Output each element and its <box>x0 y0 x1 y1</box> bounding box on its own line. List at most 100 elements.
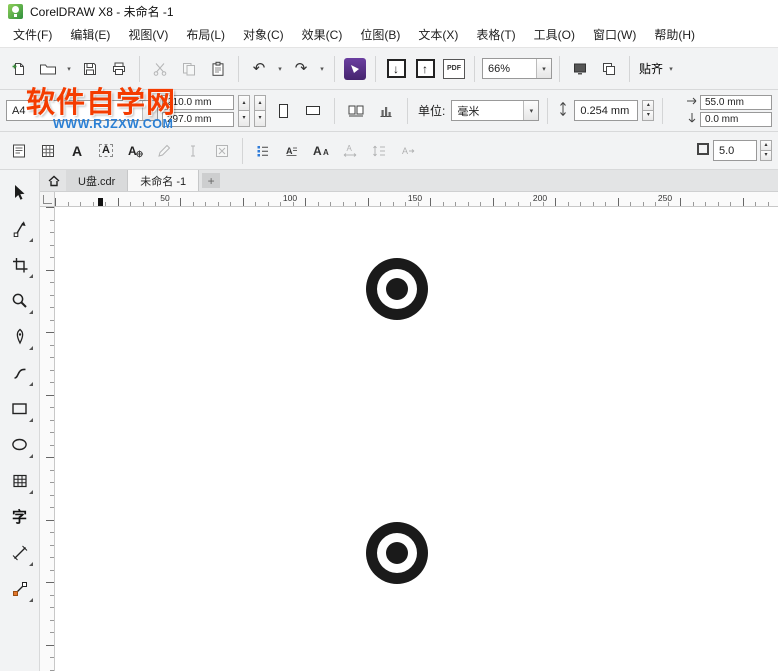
all-pages-button[interactable] <box>343 98 369 124</box>
dashed-A-icon: A <box>99 144 113 157</box>
menu-view[interactable]: 视图(V) <box>119 21 177 48</box>
ellipse-tool[interactable] <box>4 428 36 461</box>
text-direction-button: A <box>395 138 421 164</box>
text-tool-glyph: 字 <box>11 509 27 526</box>
text-tool[interactable]: 字 <box>4 500 36 533</box>
crop-tool[interactable] <box>4 248 36 281</box>
outline-width-spinner[interactable]: ▴ ▾ <box>760 140 772 161</box>
save-button[interactable] <box>77 56 103 82</box>
page-size-preset-combo[interactable]: A4 ▾ <box>6 100 158 121</box>
export-button[interactable]: ↑ <box>412 56 438 82</box>
undo-dropdown-icon[interactable]: ▾ <box>275 65 285 73</box>
menu-text[interactable]: 文本(X) <box>409 21 467 48</box>
drop-cap-button[interactable]: A <box>279 138 305 164</box>
menu-layout[interactable]: 布局(L) <box>177 21 234 48</box>
flyout-icon <box>28 418 33 422</box>
document-tab-udisk[interactable]: U盘.cdr <box>66 170 129 191</box>
zoom-caret-icon[interactable]: ▾ <box>536 59 551 78</box>
ruler-horizontal[interactable]: 50 100 150 200 250 <box>55 192 778 207</box>
character-formatting-button[interactable]: A <box>64 138 90 164</box>
menu-table[interactable]: 表格(T) <box>467 21 524 48</box>
canvas[interactable] <box>55 207 778 671</box>
ruler-vertical[interactable] <box>40 207 55 671</box>
artistic-media-tool[interactable] <box>4 356 36 389</box>
character-spacing-button: A <box>337 138 363 164</box>
duplicate-y-field[interactable]: 0.0 mm <box>700 111 772 127</box>
redo-dropdown-icon[interactable]: ▾ <box>317 65 327 73</box>
landscape-icon <box>306 106 320 115</box>
outline-width-field[interactable]: 5.0 <box>713 140 757 161</box>
page-height-spinner[interactable]: ▴ ▾ <box>254 94 266 127</box>
cut-button <box>147 56 173 82</box>
svg-text:A: A <box>402 146 408 156</box>
undo-button[interactable]: ↶ <box>246 56 272 82</box>
canvas-shapes[interactable] <box>55 207 778 671</box>
dimension-tool[interactable] <box>4 536 36 569</box>
menu-effects[interactable]: 效果(C) <box>293 21 352 48</box>
freehand-tool[interactable] <box>4 320 36 353</box>
open-button[interactable] <box>35 56 61 82</box>
search-content-button[interactable] <box>342 56 368 82</box>
document-area: U盘.cdr 未命名 -1 + 50 100 150 200 250 <box>40 170 778 671</box>
text-properties-button[interactable]: A <box>122 138 148 164</box>
page-width-spinner[interactable]: ▴ ▾ <box>238 94 250 127</box>
page-height-field[interactable]: 297.0 mm <box>162 111 234 127</box>
rectangle-tool[interactable] <box>4 392 36 425</box>
font-size-button[interactable]: AA <box>308 138 334 164</box>
flyout-icon <box>28 490 33 494</box>
edit-text-button <box>151 138 177 164</box>
units-caret-icon[interactable]: ▾ <box>523 101 539 120</box>
publish-pdf-button[interactable]: PDF <box>441 56 467 82</box>
separator <box>334 97 335 124</box>
menu-file[interactable]: 文件(F) <box>4 21 61 48</box>
document-tab-untitled[interactable]: 未命名 -1 <box>128 170 200 191</box>
edit-text-frame-button[interactable]: A <box>93 138 119 164</box>
landscape-button[interactable] <box>300 98 326 124</box>
units-combo[interactable]: 毫米 ▾ <box>451 100 540 121</box>
connector-tool[interactable] <box>4 572 36 605</box>
portrait-button[interactable] <box>270 98 296 124</box>
zoom-tool[interactable] <box>4 284 36 317</box>
new-document-button[interactable] <box>6 56 32 82</box>
menu-window[interactable]: 窗口(W) <box>584 21 645 48</box>
page-width-field[interactable]: 210.0 mm <box>162 94 234 110</box>
insert-character-button <box>180 138 206 164</box>
nudge-offset-field[interactable]: 0.254 mm <box>574 100 639 121</box>
welcome-home-button[interactable] <box>42 170 66 191</box>
shape-tool[interactable] <box>4 212 36 245</box>
menu-bitmaps[interactable]: 位图(B) <box>351 21 409 48</box>
duplicate-x-icon <box>686 95 698 110</box>
import-icon: ↓ <box>386 59 406 78</box>
title-bar: CorelDRAW X8 - 未命名 -1 <box>0 0 778 22</box>
svg-text:A: A <box>347 144 353 153</box>
ruler-origin-corner[interactable] <box>40 192 55 207</box>
text-options-button[interactable] <box>6 138 32 164</box>
menu-object[interactable]: 对象(C) <box>234 21 293 48</box>
current-page-button[interactable] <box>373 98 399 124</box>
snap-to-button[interactable]: 贴齐 ▾ <box>637 60 678 77</box>
duplicate-x-field[interactable]: 55.0 mm <box>700 94 772 110</box>
separator <box>629 55 630 82</box>
table-tool[interactable] <box>4 464 36 497</box>
pick-tool[interactable] <box>4 176 36 209</box>
paste-button[interactable] <box>205 56 231 82</box>
view-mode-button[interactable] <box>596 56 622 82</box>
bullet-list-button[interactable] <box>250 138 276 164</box>
import-button[interactable]: ↓ <box>383 56 409 82</box>
menu-edit[interactable]: 编辑(E) <box>61 21 119 48</box>
grid-button[interactable] <box>35 138 61 164</box>
open-dropdown-icon[interactable]: ▾ <box>64 65 74 73</box>
preset-caret-icon[interactable]: ▾ <box>142 101 157 120</box>
menu-help[interactable]: 帮助(H) <box>645 21 704 48</box>
new-document-tab-button[interactable]: + <box>202 173 221 188</box>
svg-text:A: A <box>286 146 293 156</box>
zoom-level-combo[interactable]: 66% ▾ <box>482 58 552 79</box>
units-label: 单位: <box>418 104 446 118</box>
nudge-spinner[interactable]: ▴ ▾ <box>642 100 655 121</box>
fullscreen-preview-button[interactable] <box>567 56 593 82</box>
menu-tools[interactable]: 工具(O) <box>525 21 584 48</box>
redo-button[interactable]: ↷ <box>288 56 314 82</box>
duplicate-distance-group: 55.0 mm 0.0 mm <box>686 94 772 127</box>
redo-icon: ↷ <box>294 60 308 77</box>
print-button[interactable] <box>106 56 132 82</box>
